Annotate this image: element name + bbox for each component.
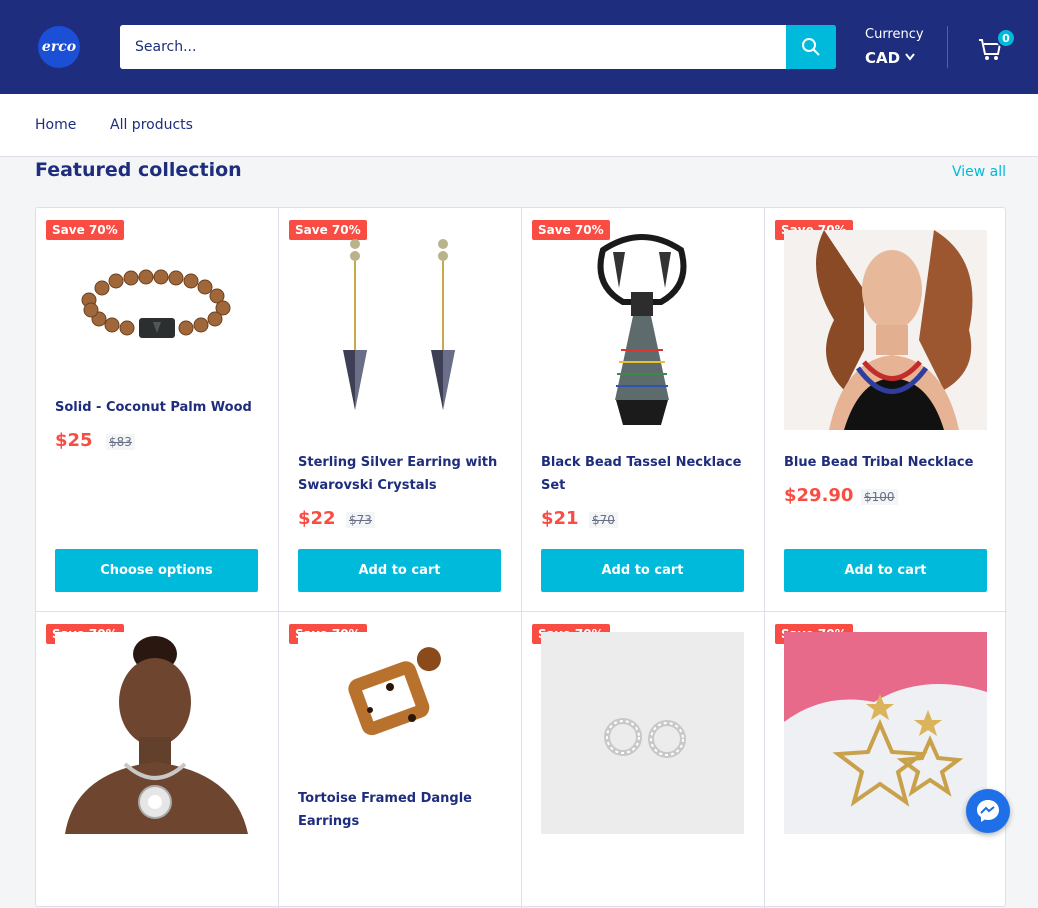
product-card[interactable]: Save 70% <box>522 612 765 908</box>
product-title[interactable]: Black Bead Tassel Necklace Set <box>541 451 746 497</box>
compare-price: $73 <box>346 512 375 528</box>
product-card[interactable]: Save 70% Tortoise Framed Dangle Earrings <box>279 612 522 908</box>
product-image[interactable] <box>784 632 987 834</box>
messenger-chat-button[interactable] <box>966 789 1010 833</box>
messenger-icon <box>977 800 999 822</box>
product-image[interactable] <box>55 230 258 370</box>
product-card[interactable]: Save 70% Black Bead Tassel Necklace Set … <box>522 208 765 612</box>
bracelet-image <box>81 269 231 338</box>
main-nav: Home All products <box>0 94 1038 157</box>
product-image[interactable] <box>784 230 987 430</box>
sale-price: $21 <box>541 508 579 529</box>
cart-count-badge: 0 <box>996 28 1016 48</box>
product-card[interactable]: Save 70% <box>36 612 279 908</box>
compare-price: $70 <box>589 512 618 528</box>
search-input[interactable] <box>120 25 786 69</box>
search-icon <box>802 38 820 56</box>
circle-studs-image <box>541 632 744 834</box>
model-pendant-image <box>55 632 258 834</box>
nav-home[interactable]: Home <box>35 117 76 133</box>
nav-all-products[interactable]: All products <box>110 117 193 133</box>
chevron-down-icon[interactable] <box>904 52 916 62</box>
add-to-cart-button[interactable]: Add to cart <box>298 549 501 592</box>
star-earrings-image <box>784 632 987 834</box>
product-image[interactable] <box>298 230 501 430</box>
product-image[interactable] <box>541 632 744 834</box>
product-image[interactable] <box>55 632 258 834</box>
sale-price: $22 <box>298 508 336 529</box>
product-title[interactable]: Blue Bead Tribal Necklace <box>784 451 989 474</box>
sale-price: $29.90 <box>784 485 854 506</box>
product-image[interactable] <box>298 632 501 767</box>
product-image[interactable] <box>541 230 744 430</box>
currency-label: Currency <box>865 27 924 42</box>
product-grid: Save 70% Solid - Coconut Palm Wood $25 $… <box>35 207 1007 908</box>
crystal-earrings-image <box>343 239 455 410</box>
product-title[interactable]: Solid - Coconut Palm Wood <box>55 396 260 419</box>
product-card[interactable]: Save 70% Blue Bead Tribal Necklace $29.9… <box>765 208 1007 612</box>
product-card[interactable]: Save 70% <box>765 612 1007 908</box>
logo-text: erco <box>41 39 77 55</box>
sale-price: $25 <box>55 430 93 451</box>
search-button[interactable] <box>786 25 836 69</box>
tassel-necklace-image <box>597 234 687 425</box>
product-title[interactable]: Tortoise Framed Dangle Earrings <box>298 787 503 833</box>
search-bar <box>120 25 836 69</box>
section-title: Featured collection <box>35 159 242 181</box>
header-divider <box>947 26 948 68</box>
product-card[interactable]: Save 70% Solid - Coconut Palm Wood $25 $… <box>36 208 279 612</box>
choose-options-button[interactable]: Choose options <box>55 549 258 592</box>
model-necklace-image <box>784 230 987 430</box>
header: erco Currency CAD 0 <box>0 0 1038 94</box>
store-logo[interactable]: erco <box>38 26 80 68</box>
compare-price: $100 <box>861 489 898 505</box>
tortoise-earrings-image <box>298 632 501 767</box>
add-to-cart-button[interactable]: Add to cart <box>784 549 987 592</box>
view-all-link[interactable]: View all <box>952 164 1006 180</box>
currency-selector[interactable]: CAD <box>865 49 900 67</box>
add-to-cart-button[interactable]: Add to cart <box>541 549 744 592</box>
product-title[interactable]: Sterling Silver Earring with Swarovski C… <box>298 451 503 497</box>
compare-price: $83 <box>106 434 135 450</box>
product-card[interactable]: Save 70% Sterling Silver Earring with Sw… <box>279 208 522 612</box>
